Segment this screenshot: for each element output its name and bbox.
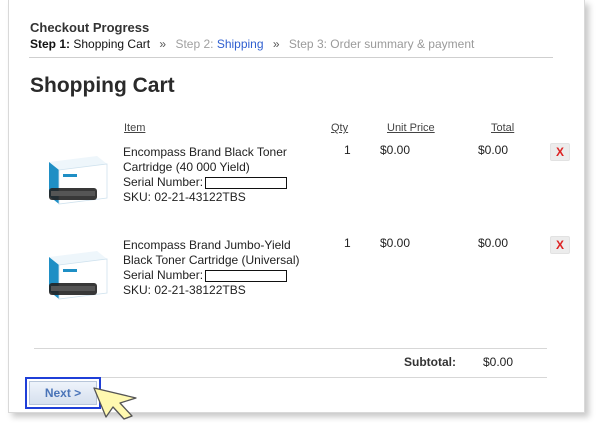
item-name-line1: Encompass Brand Jumbo-Yield bbox=[123, 238, 291, 252]
column-header-qty[interactable]: Qty bbox=[331, 122, 348, 134]
toner-cartridge-box-icon bbox=[49, 251, 108, 300]
item-total: $0.00 bbox=[478, 143, 509, 157]
item-name-line2: Cartridge (40 000 Yield) bbox=[123, 160, 250, 174]
remove-x-icon: X bbox=[555, 145, 564, 159]
serial-number-field[interactable] bbox=[205, 176, 288, 189]
toner-cartridge-box-icon bbox=[49, 156, 108, 205]
next-button-highlight: Next > bbox=[25, 377, 101, 409]
item-sku: SKU: 02-21-43122TBS bbox=[123, 190, 246, 204]
checkout-panel: Checkout Progress Step 1: Shopping Cart … bbox=[8, 0, 585, 413]
item-unit-price: $0.00 bbox=[380, 236, 411, 250]
item-qty[interactable]: 1 bbox=[344, 236, 351, 250]
step1-label: Shopping Cart bbox=[70, 37, 151, 51]
item-qty[interactable]: 1 bbox=[344, 143, 351, 157]
step-separator: » bbox=[159, 37, 167, 51]
step-separator: » bbox=[272, 37, 280, 51]
page-title: Shopping Cart bbox=[30, 74, 175, 97]
remove-item-button[interactable]: X bbox=[550, 236, 570, 254]
remove-item-button[interactable]: X bbox=[550, 143, 570, 161]
item-name-line1: Encompass Brand Black Toner bbox=[123, 145, 287, 159]
item-description[interactable]: Encompass Brand Black Toner Cartridge (4… bbox=[123, 145, 313, 205]
next-button[interactable]: Next > bbox=[29, 381, 97, 405]
pointer-arrow-icon bbox=[93, 387, 137, 420]
serial-number-label: Serial Number: bbox=[123, 268, 204, 282]
step-shipping: Step 2: Shipping bbox=[175, 37, 263, 51]
step2-number: Step 2: bbox=[175, 37, 217, 51]
divider bbox=[34, 348, 547, 349]
step-order-summary: Step 3: Order summary & payment bbox=[288, 37, 475, 51]
column-header-unit-price[interactable]: Unit Price bbox=[387, 122, 435, 134]
step1-number: Step 1: bbox=[30, 37, 71, 51]
subtotal-value: $0.00 bbox=[483, 355, 514, 369]
column-header-total[interactable]: Total bbox=[491, 122, 514, 134]
item-description[interactable]: Encompass Brand Jumbo-Yield Black Toner … bbox=[123, 238, 313, 298]
column-header-item[interactable]: Item bbox=[124, 122, 145, 134]
serial-number: Serial Number: bbox=[123, 268, 313, 283]
step-shopping-cart: Step 1: Shopping Cart bbox=[30, 37, 150, 51]
serial-number-label: Serial Number: bbox=[123, 175, 204, 189]
remove-x-icon: X bbox=[555, 238, 564, 252]
item-name-line2: Black Toner Cartridge (Universal) bbox=[123, 253, 300, 267]
item-unit-price: $0.00 bbox=[380, 143, 411, 157]
subtotal-label: Subtotal: bbox=[404, 355, 456, 369]
checkout-progress-title: Checkout Progress bbox=[30, 20, 150, 35]
divider bbox=[29, 57, 553, 58]
serial-number: Serial Number: bbox=[123, 175, 313, 190]
shipping-link[interactable]: Shipping bbox=[217, 37, 264, 51]
item-sku: SKU: 02-21-38122TBS bbox=[123, 283, 246, 297]
divider bbox=[34, 377, 547, 378]
item-total: $0.00 bbox=[478, 236, 509, 250]
checkout-steps: Step 1: Shopping Cart » Step 2: Shipping… bbox=[30, 37, 474, 51]
serial-number-field[interactable] bbox=[205, 269, 288, 282]
